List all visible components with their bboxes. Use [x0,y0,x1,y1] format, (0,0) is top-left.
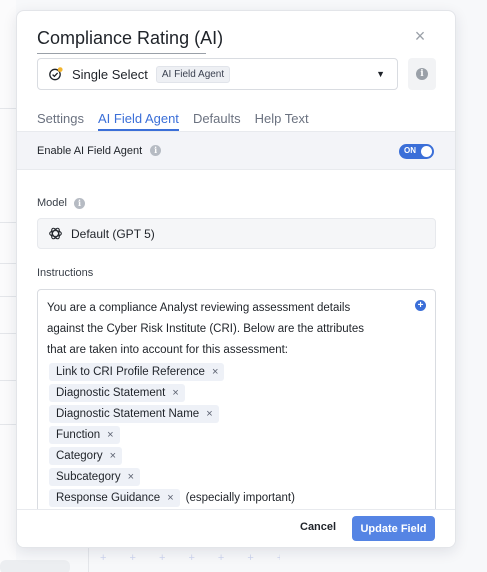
attribute-chip[interactable]: Subcategory × [49,467,141,486]
instructions-line: against the Cyber Risk Institute (CRI). … [47,323,365,335]
enable-agent-label: Enable AI Field Agent [37,144,143,157]
chip-label: Subcategory [56,470,121,483]
chip-label: Diagnostic Statement [56,386,166,399]
instructions-label: Instructions [37,267,94,279]
enable-agent-toggle[interactable]: ON [399,144,434,159]
chip-row: Link to CRI Profile Reference × [47,361,427,382]
cancel-button[interactable]: Cancel [300,521,336,533]
background-divider [0,222,16,223]
background-divider [0,380,16,381]
remove-chip-icon[interactable]: × [172,387,178,399]
info-icon: i [73,197,85,209]
chip-row: Subcategory × [47,466,427,487]
attribute-chip[interactable]: Diagnostic Statement × [49,383,185,402]
model-label-row: Model i [37,197,85,209]
remove-chip-icon[interactable]: × [107,429,113,441]
info-button[interactable]: i [408,58,436,90]
chip-row: Diagnostic Statement × [47,382,427,403]
chip-label: Diagnostic Statement Name [56,407,200,420]
field-type-label: Single Select [72,66,148,82]
chip-label: Category [56,449,103,462]
openai-icon [48,226,63,241]
tab-help-text[interactable]: Help Text [255,111,309,131]
remove-chip-icon[interactable]: × [110,450,116,462]
attribute-chip[interactable]: Link to CRI Profile Reference × [49,362,225,381]
tab-settings[interactable]: Settings [37,111,84,131]
info-icon: i [150,145,162,156]
attribute-chip[interactable]: Response Guidance × [49,488,180,507]
toggle-knob [421,146,432,157]
instructions-line: You are a compliance Analyst reviewing a… [47,302,351,314]
add-attribute-icon[interactable]: + [415,300,426,311]
title-underline [37,53,206,54]
remove-chip-icon[interactable]: × [128,471,134,483]
close-icon[interactable]: × [411,27,429,45]
chip-label: Response Guidance [56,491,161,504]
enable-agent-row: Enable AI Field Agent i ON [17,132,455,170]
instructions-editor[interactable]: + You are a compliance Analyst reviewing… [37,289,436,519]
background-divider [0,108,16,109]
chip-label: Function [56,428,101,441]
ai-field-agent-badge: AI Field Agent [155,65,231,83]
chip-row: Diagnostic Statement Name × [47,403,427,424]
field-type-select[interactable]: Single Select AI Field Agent ▼ [37,58,398,90]
instructions-line: that are taken into account for this ass… [47,344,288,356]
edit-field-modal: Compliance Rating (AI) × Single Select A… [16,10,456,548]
background-divider [0,263,16,264]
remove-chip-icon[interactable]: × [167,492,173,504]
field-tabs: Settings AI Field Agent Defaults Help Te… [37,111,323,131]
background-grid-dots: + + + + + + + + [100,552,280,564]
attribute-chip[interactable]: Function × [49,425,120,444]
background-divider [0,333,16,334]
update-field-button[interactable]: Update Field [352,516,435,541]
model-label: Model [37,197,67,209]
remove-chip-icon[interactable]: × [206,408,212,420]
chip-row: Function × [47,424,427,445]
chip-suffix-text: (especially important) [185,491,295,504]
toggle-state-text: ON [404,146,416,155]
chip-row: Response Guidance × (especially importan… [47,487,427,508]
chip-label: Link to CRI Profile Reference [56,365,205,378]
model-select[interactable]: Default (GPT 5) [37,218,436,249]
single-select-icon [48,66,64,82]
info-icon: i [416,68,428,80]
background-page [0,0,16,572]
chip-row: Category × [47,445,427,466]
modal-footer: Cancel Update Field [17,509,455,547]
instructions-text: You are a compliance Analyst reviewing a… [47,298,397,361]
background-divider [0,424,16,425]
background-divider [0,296,16,297]
chevron-down-icon: ▼ [376,69,385,79]
tab-defaults[interactable]: Defaults [193,111,241,131]
model-value: Default (GPT 5) [71,226,155,241]
attribute-chip[interactable]: Diagnostic Statement Name × [49,404,219,423]
attribute-chip[interactable]: Category × [49,446,123,465]
background-pill [0,560,70,572]
tab-ai-field-agent[interactable]: AI Field Agent [97,111,179,131]
background-divider [88,548,89,572]
modal-title: Compliance Rating (AI) [37,28,224,48]
remove-chip-icon[interactable]: × [212,366,218,378]
